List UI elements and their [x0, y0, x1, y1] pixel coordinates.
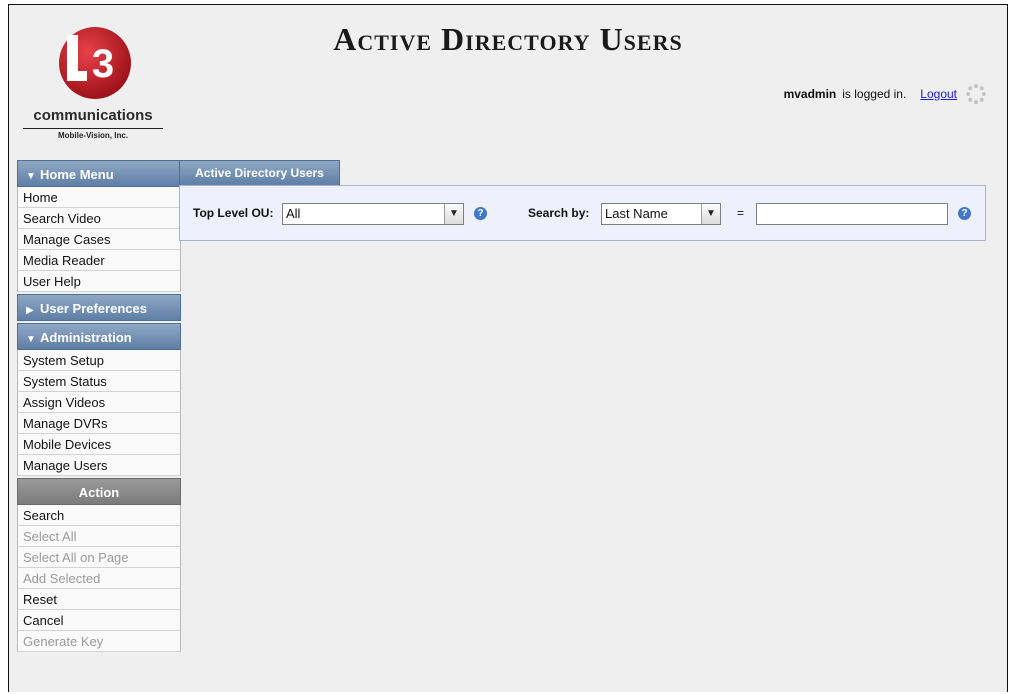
tab-active-directory-users[interactable]: Active Directory Users [179, 160, 340, 185]
action-header: Action [17, 478, 181, 505]
help-icon[interactable]: ? [474, 207, 487, 220]
sidebar-item-manage-users[interactable]: Manage Users [17, 455, 181, 476]
action-search[interactable]: Search [17, 505, 181, 526]
search-panel: Top Level OU: All ▼ ? Search by: Last Na… [179, 185, 986, 241]
action-select-all-on-page: Select All on Page [17, 547, 181, 568]
top-level-ou-value: All [286, 206, 301, 221]
top-level-ou-select[interactable]: All ▼ [282, 203, 464, 225]
sidebar-item-user-help[interactable]: User Help [17, 271, 181, 292]
action-generate-key: Generate Key [17, 631, 181, 652]
administration-header[interactable]: ▼ Administration [17, 323, 181, 350]
sidebar-item-home[interactable]: Home [17, 187, 181, 208]
help-icon[interactable]: ? [958, 207, 971, 220]
sidebar-item-media-reader[interactable]: Media Reader [17, 250, 181, 271]
login-status: mvadmin is logged in. Logout [784, 83, 987, 105]
logo-subtitle: Mobile-Vision, Inc. [57, 131, 129, 140]
sidebar-item-system-status[interactable]: System Status [17, 371, 181, 392]
expand-arrow-icon: ▶ [26, 305, 34, 316]
action-add-selected: Add Selected [17, 568, 181, 589]
search-value-input[interactable] [756, 203, 948, 225]
sidebar-item-mobile-devices[interactable]: Mobile Devices [17, 434, 181, 455]
logo-wordmark: communications [33, 107, 153, 124]
sidebar-item-assign-videos[interactable]: Assign Videos [17, 392, 181, 413]
home-menu-header[interactable]: ▼ Home Menu [17, 160, 181, 187]
chevron-down-icon[interactable]: ▼ [444, 204, 463, 224]
logout-link[interactable]: Logout [920, 87, 957, 101]
action-reset[interactable]: Reset [17, 589, 181, 610]
collapse-arrow-icon: ▼ [26, 334, 36, 345]
action-select-all: Select All [17, 526, 181, 547]
search-by-value: Last Name [605, 206, 668, 221]
sidebar-item-system-setup[interactable]: System Setup [17, 350, 181, 371]
sidebar-item-manage-cases[interactable]: Manage Cases [17, 229, 181, 250]
user-preferences-header[interactable]: ▶ User Preferences [17, 294, 181, 321]
logged-in-text: is logged in. [842, 87, 907, 101]
action-cancel[interactable]: Cancel [17, 610, 181, 631]
top-level-ou-label: Top Level OU: [193, 206, 274, 220]
logo-divider [23, 128, 163, 129]
sidebar-item-search-video[interactable]: Search Video [17, 208, 181, 229]
sidebar: ▼ Home Menu Home Search Video Manage Case… [17, 160, 181, 652]
chevron-down-icon[interactable]: ▼ [701, 204, 720, 224]
equals-sign: = [737, 206, 745, 220]
sidebar-item-manage-dvrs[interactable]: Manage DVRs [17, 413, 181, 434]
app-frame: 3 communications Mobile-Vision, Inc. Act… [8, 4, 1008, 692]
page-title: Active Directory Users [333, 21, 683, 57]
username: mvadmin [783, 87, 837, 101]
search-by-label: Search by: [528, 206, 590, 220]
search-by-select[interactable]: Last Name ▼ [601, 203, 721, 225]
collapse-arrow-icon: ▼ [26, 171, 36, 182]
loading-spinner-icon [966, 84, 986, 104]
